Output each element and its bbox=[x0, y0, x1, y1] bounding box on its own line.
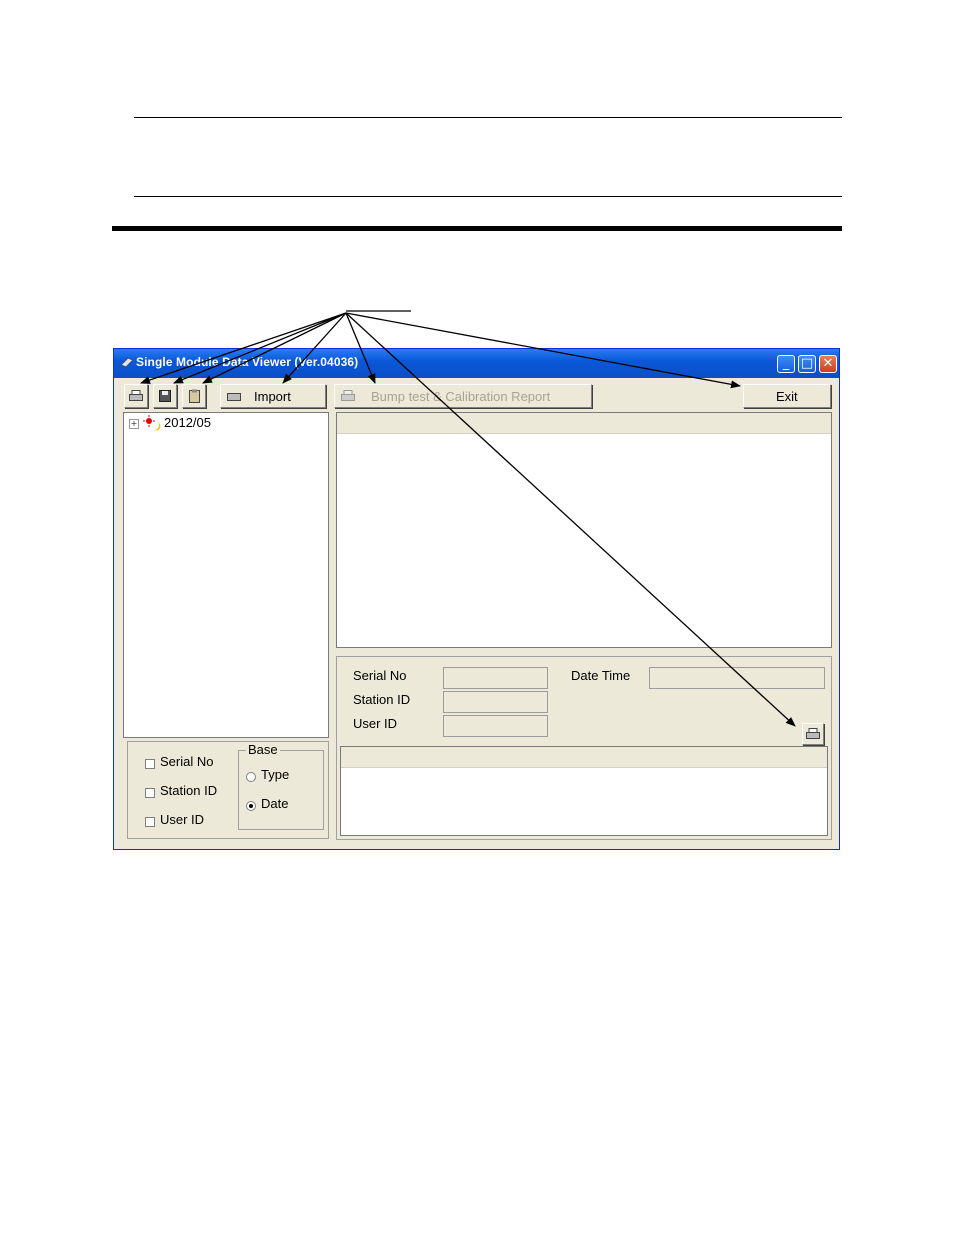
clipboard-icon bbox=[189, 389, 200, 403]
app-icon bbox=[120, 357, 134, 368]
app-window: Single Module Data Viewer (Ver.04036) _ … bbox=[113, 348, 840, 850]
bump-test-report-label: Bump test & Calibration Report bbox=[371, 389, 551, 404]
thick-rule bbox=[112, 226, 842, 231]
date-radio[interactable] bbox=[246, 801, 256, 811]
type-radio[interactable] bbox=[246, 772, 256, 782]
user-id-field bbox=[443, 715, 548, 737]
exit-button[interactable]: Exit bbox=[743, 384, 831, 408]
window-title: Single Module Data Viewer (Ver.04036) bbox=[136, 355, 359, 369]
record-list[interactable] bbox=[336, 412, 832, 648]
base-group: Base Type Date bbox=[238, 742, 324, 830]
close-icon: ✕ bbox=[822, 356, 834, 371]
detail-date-time-label: Date Time bbox=[571, 668, 631, 683]
top-rule bbox=[134, 117, 842, 118]
station-id-field bbox=[443, 691, 548, 713]
maximize-button[interactable]: □ bbox=[798, 355, 816, 373]
station-id-checkbox[interactable] bbox=[145, 788, 155, 798]
save-button[interactable] bbox=[153, 384, 177, 408]
date-radio-label: Date bbox=[261, 796, 289, 811]
user-id-checkbox-label: User ID bbox=[160, 812, 205, 827]
close-button[interactable]: ✕ bbox=[819, 355, 837, 373]
detail-list-header bbox=[341, 747, 827, 768]
calendar-node-icon bbox=[143, 415, 161, 431]
tree-expander-icon[interactable]: + bbox=[129, 419, 139, 429]
detail-list[interactable] bbox=[340, 746, 828, 836]
import-icon bbox=[227, 393, 241, 401]
minimize-icon: _ bbox=[782, 356, 790, 371]
second-rule bbox=[134, 196, 842, 197]
serial-no-checkbox-label: Serial No bbox=[160, 754, 214, 769]
serial-no-checkbox[interactable] bbox=[145, 759, 155, 769]
serial-no-field bbox=[443, 667, 548, 689]
import-label: Import bbox=[254, 389, 291, 404]
print-button[interactable] bbox=[124, 384, 148, 408]
import-button[interactable]: Import bbox=[220, 384, 326, 408]
printer-icon bbox=[129, 390, 143, 401]
copy-button[interactable] bbox=[182, 384, 206, 408]
maximize-icon: □ bbox=[800, 356, 814, 371]
detail-user-id-label: User ID bbox=[353, 716, 398, 731]
detail-serial-no-label: Serial No bbox=[353, 668, 407, 683]
type-radio-label: Type bbox=[261, 767, 290, 782]
printer-icon bbox=[341, 390, 355, 401]
detail-print-button[interactable] bbox=[802, 723, 824, 745]
printer-icon bbox=[806, 728, 820, 739]
date-time-field bbox=[649, 667, 825, 689]
bump-test-report-button[interactable]: Bump test & Calibration Report bbox=[334, 384, 592, 408]
date-tree[interactable]: + 2012/05 bbox=[123, 412, 329, 738]
tree-node-label[interactable]: 2012/05 bbox=[164, 415, 211, 430]
minimize-button[interactable]: _ bbox=[777, 355, 795, 373]
title-bar[interactable]: Single Module Data Viewer (Ver.04036) _ … bbox=[114, 349, 839, 378]
user-id-checkbox[interactable] bbox=[145, 817, 155, 827]
detail-panel: Serial No Station ID User ID Date Time bbox=[336, 656, 832, 840]
station-id-checkbox-label: Station ID bbox=[160, 783, 218, 798]
save-icon bbox=[159, 390, 171, 402]
record-list-header bbox=[337, 413, 831, 434]
detail-station-id-label: Station ID bbox=[353, 692, 411, 707]
exit-label: Exit bbox=[776, 389, 798, 404]
filter-panel: Serial No Station ID User ID Base Type D… bbox=[127, 741, 329, 839]
base-group-label: Base bbox=[246, 742, 280, 757]
